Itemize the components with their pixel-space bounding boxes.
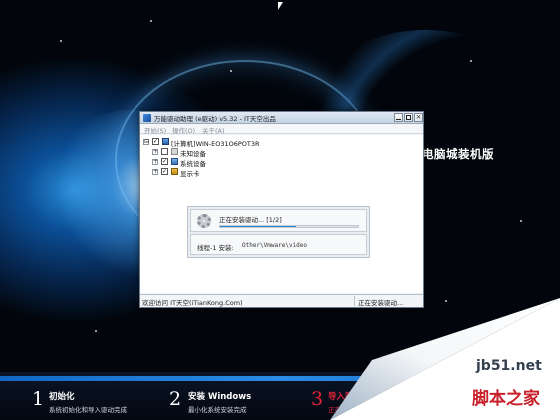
step-2-subtitle: 最小化系统安装完成 bbox=[188, 406, 247, 414]
collapse-toggle[interactable]: ⊟ bbox=[143, 139, 149, 145]
star bbox=[520, 220, 522, 222]
status-divider bbox=[354, 296, 355, 306]
thread-driver-path: Other\Vmware\video bbox=[242, 242, 308, 249]
menu-operate[interactable]: 操作(O) bbox=[172, 125, 195, 135]
expand-toggle[interactable]: + bbox=[152, 159, 158, 165]
close-button[interactable]: × bbox=[414, 113, 423, 122]
status-welcome-text: 欢迎访问 IT天空(iTianKong.Com) bbox=[142, 299, 243, 307]
computer-icon bbox=[162, 138, 169, 145]
step-2-title: 安装 Windows bbox=[188, 392, 252, 402]
minimize-icon bbox=[396, 119, 401, 120]
step-3-title: 导入驱 bbox=[328, 392, 354, 402]
install-progress-panel: 正在安装驱动... [1/2] 线程-1 安装: Other\Vmware\vi… bbox=[187, 206, 370, 258]
close-icon: × bbox=[415, 113, 422, 121]
overall-progress-card: 正在安装驱动... [1/2] bbox=[190, 209, 367, 232]
app-icon bbox=[143, 114, 151, 122]
progress-label: 正在安装驱动... [1/2] bbox=[219, 216, 282, 224]
maximize-button[interactable] bbox=[404, 113, 413, 122]
tree-root-label: [计算机]WIN-EO31O6POT3R bbox=[171, 140, 260, 148]
star bbox=[230, 70, 232, 72]
device-tree[interactable]: ⊟ ✓ [计算机]WIN-EO31O6POT3R + 未知设备 + ✓ 系统设备… bbox=[140, 135, 423, 293]
checkbox-unknown-devices[interactable] bbox=[161, 148, 168, 155]
thread-label: 线程-1 安装: bbox=[197, 244, 234, 252]
gear-icon bbox=[197, 214, 211, 228]
checkbox-computer[interactable]: ✓ bbox=[152, 138, 159, 145]
menu-start[interactable]: 开始(S) bbox=[144, 125, 166, 135]
menu-about[interactable]: 关于(A) bbox=[202, 125, 225, 135]
window-titlebar[interactable]: 万能驱动助理 (e驱动) v5.32 - IT天空出品 × bbox=[140, 112, 423, 124]
steps-progress-line bbox=[0, 376, 560, 381]
step-2-number: 2 bbox=[169, 388, 182, 410]
maximize-icon bbox=[406, 115, 411, 120]
checkbox-system-devices[interactable]: ✓ bbox=[161, 158, 168, 165]
expand-toggle[interactable]: + bbox=[152, 169, 158, 175]
step-1-subtitle: 系统初始化和导入驱动完成 bbox=[49, 406, 127, 414]
edition-brand-text: 电脑城装机版 bbox=[422, 147, 494, 161]
star bbox=[470, 60, 472, 62]
checkbox-display-adapters[interactable]: ✓ bbox=[161, 168, 168, 175]
star bbox=[60, 40, 62, 42]
expand-toggle[interactable]: + bbox=[152, 149, 158, 155]
star bbox=[150, 20, 152, 22]
tree-item-label: 显示卡 bbox=[180, 170, 200, 178]
unknown-device-icon bbox=[171, 148, 178, 155]
watermark-name: 脚本之家 bbox=[472, 389, 540, 409]
step-3-subtitle: 正在导 bbox=[328, 406, 348, 414]
progress-fill bbox=[220, 226, 296, 227]
watermark-site: jb51.net bbox=[476, 358, 542, 374]
system-device-icon bbox=[171, 158, 178, 165]
window-title: 万能驱动助理 (e驱动) v5.32 - IT天空出品 bbox=[154, 115, 276, 123]
mouse-cursor-icon bbox=[278, 2, 283, 10]
tree-item-label: 未知设备 bbox=[180, 150, 206, 158]
minimize-button[interactable] bbox=[394, 113, 403, 122]
driver-assistant-window[interactable]: 万能驱动助理 (e驱动) v5.32 - IT天空出品 × 开始(S) 操作(O… bbox=[139, 111, 424, 308]
star bbox=[95, 330, 97, 332]
step-3-number: 3 bbox=[311, 388, 324, 410]
thread-status-card: 线程-1 安装: Other\Vmware\video bbox=[190, 234, 367, 255]
menu-bar: 开始(S) 操作(O) 关于(A) bbox=[140, 124, 423, 135]
step-1-title: 初始化 bbox=[49, 392, 75, 402]
star bbox=[445, 300, 447, 302]
step-1-number: 1 bbox=[32, 388, 45, 410]
progress-bar bbox=[219, 225, 359, 228]
tree-item-label: 系统设备 bbox=[180, 160, 206, 168]
status-bar: 欢迎访问 IT天空(iTianKong.Com) 正在安装驱动... bbox=[140, 294, 423, 307]
status-activity-text: 正在安装驱动... bbox=[358, 299, 404, 307]
display-adapter-icon bbox=[171, 168, 178, 175]
